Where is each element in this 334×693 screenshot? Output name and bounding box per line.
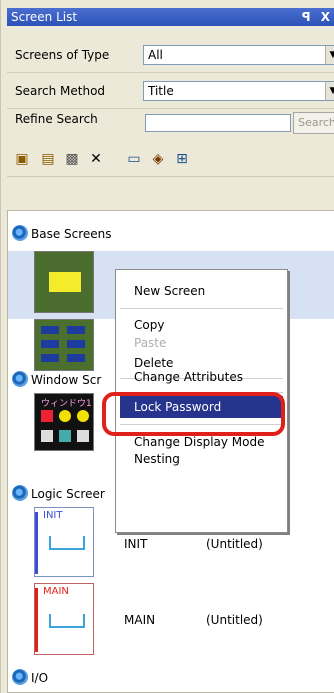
refine-search-label: Refine Search	[15, 112, 98, 126]
ladder-icon	[49, 614, 85, 628]
nesting-icon[interactable]: ⊞	[173, 150, 191, 168]
search-method-select[interactable]: Title ▼	[143, 81, 334, 101]
tree-node-logic-screens[interactable]: Logic Screer	[12, 485, 105, 501]
folder-globe-icon	[12, 225, 28, 241]
menu-item-change-display-mode[interactable]: Change Display Mode	[116, 435, 287, 449]
search-method-label: Search Method	[15, 84, 106, 98]
menu-item-delete[interactable]: Delete	[116, 356, 287, 370]
thumb-yellow-block	[49, 272, 81, 292]
menu-separator	[120, 308, 283, 309]
window-thumb-title: ウィンドウ1	[41, 399, 92, 409]
ladder-icon	[49, 536, 85, 550]
logic-item-name-main[interactable]: MAIN	[124, 613, 155, 627]
folder-globe-icon	[12, 669, 28, 685]
logic-item-name-init[interactable]: INIT	[124, 537, 147, 551]
delete-icon[interactable]: ✕	[87, 150, 105, 168]
search-method-value: Title	[148, 84, 174, 98]
refine-search-row: Refine Search Search	[7, 100, 334, 142]
search-button[interactable]: Search	[293, 112, 334, 134]
new-screen-icon[interactable]: ▣	[13, 150, 31, 168]
chevron-down-icon[interactable]: ▼	[325, 82, 334, 100]
base-screen-thumbnail[interactable]	[34, 251, 94, 313]
logic-item-title-init: (Untitled)	[206, 537, 263, 551]
new-window-icon[interactable]: ▤	[39, 150, 57, 168]
annotation-highlight-ring	[102, 392, 285, 436]
screen-type-row: Screens of Type All ▼	[7, 38, 334, 73]
window-screen-thumbnail[interactable]: ウィンドウ1	[34, 393, 94, 451]
screen-type-select[interactable]: All ▼	[143, 45, 334, 65]
tree-node-window-screens[interactable]: Window Scr	[12, 371, 101, 387]
logic-thumb-main[interactable]: MAIN	[34, 583, 94, 655]
tree-node-io[interactable]: I/O	[12, 669, 48, 685]
base-screen-thumbnail-2[interactable]	[34, 319, 94, 371]
display-icon[interactable]: ▭	[125, 150, 143, 168]
screen-type-value: All	[148, 48, 163, 62]
folder-globe-icon	[12, 485, 28, 501]
panel-title: Screen List	[11, 10, 78, 24]
pin-close-buttons[interactable]: ꟼ X	[302, 8, 333, 26]
menu-item-copy[interactable]: Copy	[116, 318, 287, 332]
tree-node-base-screens[interactable]: Base Screens	[12, 225, 112, 241]
chevron-down-icon[interactable]: ▼	[325, 46, 334, 64]
logic-thumb-init[interactable]: INIT	[34, 507, 94, 577]
toolbar: ▣ ▤ ▩ ✕ ▭ ◈ ⊞	[7, 144, 334, 177]
refine-search-input[interactable]	[145, 114, 291, 132]
screen-list-panel: Screen List ꟼ X Screens of Type All ▼ Se…	[0, 0, 334, 693]
copy-icon[interactable]: ▩	[63, 150, 81, 168]
menu-item-change-attributes[interactable]: Change Attributes	[116, 370, 287, 384]
screen-type-label: Screens of Type	[15, 48, 110, 62]
folder-globe-icon	[12, 371, 28, 387]
properties-icon[interactable]: ◈	[149, 150, 167, 168]
panel-titlebar: Screen List ꟼ X	[7, 8, 334, 26]
menu-item-paste[interactable]: Paste	[116, 336, 287, 350]
logic-item-title-main: (Untitled)	[206, 613, 263, 627]
menu-item-new-screen[interactable]: New Screen	[116, 284, 287, 298]
menu-item-nesting[interactable]: Nesting	[116, 452, 287, 466]
